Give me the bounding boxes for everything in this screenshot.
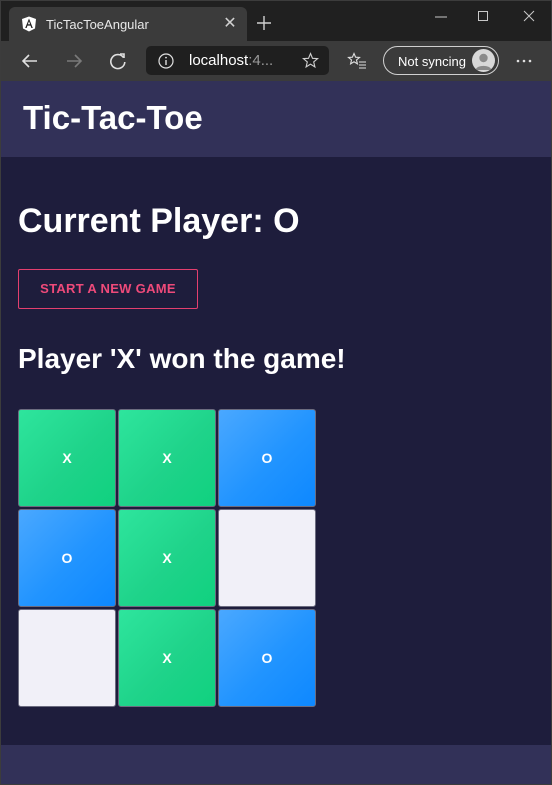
plus-icon[interactable]: [255, 14, 273, 32]
address-text[interactable]: localhost:4...: [189, 52, 273, 69]
address-rest: :4...: [248, 52, 274, 69]
new-game-button[interactable]: START A NEW GAME: [18, 269, 198, 309]
browser-window: TicTacToeAngular ✕ localhost:4... Not sy…: [0, 0, 552, 785]
info-icon[interactable]: [158, 53, 174, 69]
current-player-heading: Current Player: O: [18, 202, 300, 240]
close-icon[interactable]: ✕: [221, 15, 239, 33]
browser-toolbar: localhost:4... Not syncing: [1, 41, 551, 81]
board-cell[interactable]: X: [118, 609, 216, 707]
board-cell[interactable]: O: [218, 609, 316, 707]
user-icon: [475, 53, 492, 70]
avatar: [472, 49, 495, 72]
minimize-icon[interactable]: [429, 7, 453, 27]
refresh-icon[interactable]: [108, 51, 128, 71]
sync-label: Not syncing: [398, 54, 466, 69]
board-cell[interactable]: O: [18, 509, 116, 607]
more-icon[interactable]: [514, 51, 534, 71]
address-host: localhost: [189, 52, 249, 69]
address-bar[interactable]: localhost:4...: [146, 46, 329, 75]
board-cell[interactable]: X: [118, 409, 216, 507]
star-icon[interactable]: [302, 52, 319, 69]
sync-button[interactable]: Not syncing: [383, 46, 499, 75]
tab-strip: TicTacToeAngular ✕: [1, 1, 551, 41]
forward-arrow-icon[interactable]: [64, 51, 84, 71]
app-header: Tic-Tac-Toe: [1, 81, 551, 157]
game-board: X X O O X X O: [18, 409, 318, 709]
board-cell[interactable]: X: [118, 509, 216, 607]
board-cell[interactable]: [18, 609, 116, 707]
page-footer: [1, 745, 551, 784]
favorites-icon[interactable]: [347, 51, 367, 71]
board-cell[interactable]: O: [218, 409, 316, 507]
game-status-message: Player 'X' won the game!: [18, 343, 346, 374]
angular-icon: [22, 16, 36, 32]
tab-title: TicTacToeAngular: [46, 17, 149, 32]
browser-tab[interactable]: TicTacToeAngular ✕: [9, 7, 247, 41]
back-arrow-icon[interactable]: [20, 51, 40, 71]
board-cell[interactable]: X: [18, 409, 116, 507]
window-close-icon[interactable]: [517, 7, 541, 27]
page-content: Tic-Tac-Toe Current Player: O START A NE…: [1, 81, 551, 784]
page-title: Tic-Tac-Toe: [23, 99, 203, 136]
maximize-icon[interactable]: [471, 7, 495, 27]
board-cell[interactable]: [218, 509, 316, 607]
